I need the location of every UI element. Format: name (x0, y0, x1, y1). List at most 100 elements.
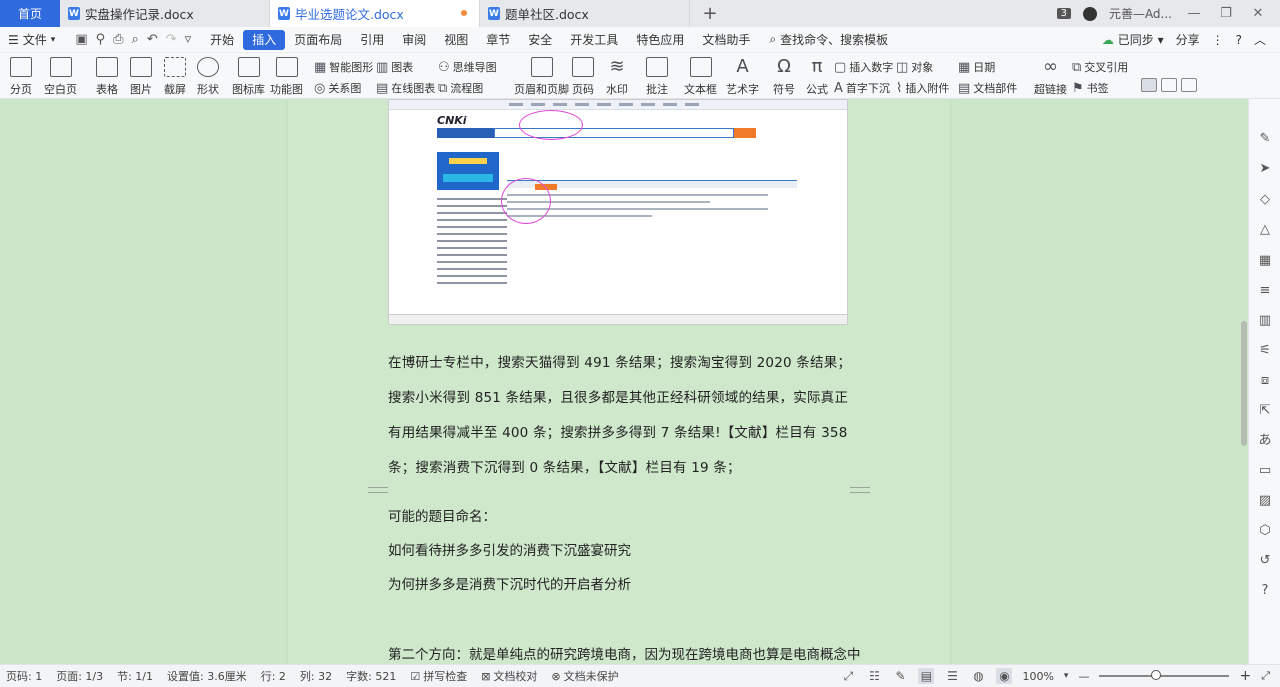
menu-references[interactable]: 引用 (351, 30, 393, 50)
page-number-button[interactable]: 页码 (572, 57, 594, 97)
blank-page-button[interactable]: 空白页 (44, 57, 77, 97)
edit-mode-icon[interactable]: ✎ (892, 668, 908, 684)
print-preview-icon[interactable]: ⌕ (132, 32, 139, 47)
menu-view[interactable]: 视图 (435, 30, 477, 50)
doc-parts-button[interactable]: ▤ 文档部件 (958, 80, 1017, 96)
doc-proof-button[interactable]: ⊠ 文档校对 (481, 668, 537, 684)
share-button[interactable]: 分享 (1176, 31, 1200, 48)
smart-shape-button[interactable]: ▦ 智能图形 (314, 59, 373, 75)
restore-icon[interactable]: ❐ (1216, 6, 1236, 21)
export-icon[interactable]: ⇱ (1257, 403, 1273, 419)
spell-check-toggle[interactable]: ☑ 拼写检查 (410, 668, 467, 684)
window-count-badge[interactable]: 3 (1056, 8, 1071, 19)
shield-icon[interactable]: ⬡ (1257, 523, 1273, 539)
menu-security[interactable]: 安全 (519, 30, 561, 50)
status-page-number[interactable]: 页码: 1 (6, 668, 42, 684)
image-search-icon[interactable]: ⧈ (1257, 373, 1273, 389)
eye-protect-icon[interactable]: ◉ (996, 668, 1013, 684)
image-icon[interactable]: ▨ (1257, 493, 1273, 509)
fit-window-icon[interactable]: ⤢ (1261, 669, 1270, 683)
insert-attachment-button[interactable]: ⌇ 插入附件 (896, 80, 949, 96)
document-workspace[interactable]: CNKi 在博研士专栏中，搜索天猫得到 491 条结果；搜索淘宝得到 2020 … (0, 99, 1248, 664)
vertical-scrollbar[interactable] (1241, 321, 1247, 446)
chart-button[interactable]: ▥ 图表 (376, 59, 413, 75)
user-name[interactable]: 元善—Ad... (1109, 5, 1172, 22)
status-row[interactable]: 行: 2 (261, 668, 286, 684)
menu-insert[interactable]: 插入 (243, 29, 286, 50)
new-tab-button[interactable]: + (690, 0, 730, 27)
undo-icon[interactable]: ↶ (147, 32, 158, 47)
zoom-in-icon[interactable]: + (1239, 668, 1251, 684)
tab-document[interactable]: W 实盘操作记录.docx (60, 0, 270, 27)
status-word-count[interactable]: 字数: 521 (346, 668, 396, 684)
wrap-inline-icon[interactable] (1141, 78, 1157, 92)
comment-button[interactable]: 批注 (646, 57, 668, 97)
tab-document-active[interactable]: W 毕业选题论文.docx (270, 0, 480, 27)
zoom-slider-thumb[interactable] (1151, 670, 1162, 680)
help-icon[interactable]: ? (1257, 583, 1273, 599)
menu-doc-assistant[interactable]: 文档助手 (693, 30, 759, 50)
paragraph-1[interactable]: 在博研士专栏中，搜索天猫得到 491 条结果；搜索淘宝得到 2020 条结果；搜… (388, 346, 858, 486)
menu-special-apps[interactable]: 特色应用 (627, 30, 693, 50)
status-pages[interactable]: 页面: 1/3 (56, 668, 103, 684)
adjust-icon[interactable]: ⚟ (1257, 343, 1273, 359)
hyperlink-button[interactable]: ∞ 超链接 (1034, 57, 1067, 97)
minimize-icon[interactable]: — (1184, 6, 1204, 21)
tab-home[interactable]: 首页 (0, 0, 60, 27)
collapse-ribbon-icon[interactable]: ︿ (1254, 31, 1266, 48)
art-text-button[interactable]: A 艺术字 (726, 57, 759, 97)
sync-status[interactable]: ☁ 已同步 ▾ (1102, 31, 1164, 48)
zoom-level[interactable]: 100% (1022, 670, 1053, 683)
date-button[interactable]: ▦ 日期 (958, 59, 995, 75)
menu-review[interactable]: 审阅 (393, 30, 435, 50)
layers-icon[interactable]: ≡ (1257, 283, 1273, 299)
reading-mode-icon[interactable]: ☷ (866, 668, 882, 684)
history-icon[interactable]: ↺ (1257, 553, 1273, 569)
paint-format-icon[interactable]: ⚲ (96, 32, 106, 47)
redo-icon[interactable]: ↷ (166, 32, 177, 47)
title-option-1[interactable]: 如何看待拼多多引发的消费下沉盛宴研究 (388, 539, 631, 559)
wrap-tight-icon[interactable] (1181, 78, 1197, 92)
table-icon[interactable]: ▦ (1257, 253, 1273, 269)
tab-document[interactable]: W 题单社区.docx (480, 0, 690, 27)
save-icon[interactable]: ▣ (75, 32, 87, 47)
zoom-slider[interactable] (1099, 670, 1230, 680)
doc-protection-status[interactable]: ⊗ 文档未保护 (551, 668, 618, 684)
more-icon[interactable]: ⋮ (1212, 33, 1224, 47)
insert-number-button[interactable]: ▢ 插入数字 (834, 59, 893, 75)
web-view-icon[interactable]: ◍ (970, 668, 986, 684)
print-icon[interactable]: ⎙ (113, 32, 123, 47)
formula-button[interactable]: π 公式 (806, 57, 828, 97)
title-option-2[interactable]: 为何拼多多是消费下沉时代的开启者分析 (388, 573, 631, 593)
close-icon[interactable]: ✕ (1248, 6, 1268, 21)
status-setting[interactable]: 设置值: 3.6厘米 (167, 668, 247, 684)
cross-reference-button[interactable]: ⧉ 交叉引用 (1072, 59, 1128, 75)
menu-section[interactable]: 章节 (477, 30, 519, 50)
watermark-button[interactable]: ≋ 水印 (606, 57, 628, 97)
command-search[interactable]: ⌕ 查找命令、搜索模板 (769, 31, 888, 48)
outline-view-icon[interactable]: ☰ (944, 668, 960, 684)
select-icon[interactable]: ➤ (1257, 161, 1273, 177)
titles-heading[interactable]: 可能的题目命名： (388, 505, 496, 525)
shape-button[interactable]: 形状 (197, 57, 219, 97)
shapes-icon[interactable]: ◇ (1257, 192, 1273, 208)
style-icon[interactable]: △ (1257, 222, 1273, 238)
help-icon[interactable]: ? (1236, 33, 1242, 47)
menu-page-layout[interactable]: 页面布局 (285, 30, 351, 50)
picture-button[interactable]: 图片 (130, 57, 152, 97)
fullscreen-icon[interactable]: ⤢ (840, 668, 856, 684)
paragraph-2[interactable]: 第二个方向：就是单纯点的研究跨境电商，因为现在跨境电商也算是电商概念中 (388, 643, 861, 663)
archive-icon[interactable]: ▭ (1257, 463, 1273, 479)
menu-home[interactable]: 开始 (201, 30, 243, 50)
menu-developer[interactable]: 开发工具 (561, 30, 627, 50)
object-button[interactable]: ◫ 对象 (896, 59, 933, 75)
status-column[interactable]: 列: 32 (300, 668, 332, 684)
zoom-out-icon[interactable]: — (1078, 670, 1089, 683)
embedded-screenshot[interactable]: CNKi (388, 99, 848, 325)
edit-icon[interactable]: ✎ (1257, 131, 1273, 147)
status-section[interactable]: 节: 1/1 (117, 668, 153, 684)
chart-icon[interactable]: ▥ (1257, 313, 1273, 329)
zoom-dropdown-icon[interactable]: ▾ (1064, 671, 1069, 681)
bookmark-button[interactable]: ⚑ 书签 (1072, 80, 1109, 96)
customize-icon[interactable]: ▿ (185, 32, 192, 47)
